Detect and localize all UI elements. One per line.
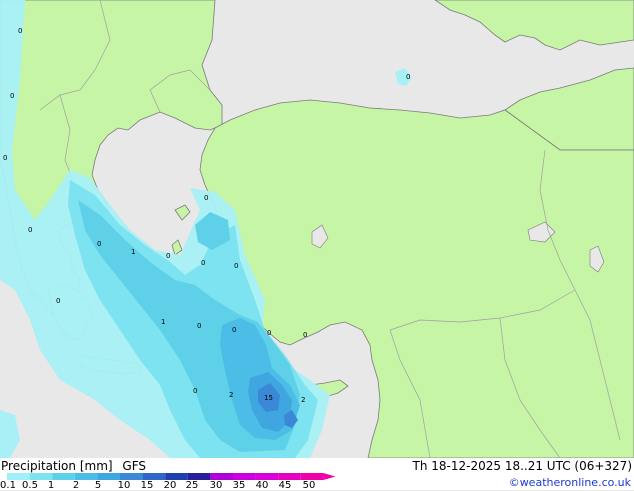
point-value: 0 — [406, 73, 410, 81]
point-value: 0 — [56, 297, 60, 305]
scale-swatch — [29, 473, 53, 480]
scale-swatch — [97, 473, 120, 480]
scale-swatch — [233, 473, 256, 480]
point-value: 0 — [303, 331, 307, 339]
point-value: 0 — [166, 252, 170, 260]
scale-label: 15 — [140, 480, 154, 491]
scale-arrow — [323, 473, 336, 480]
point-value: 0 — [234, 262, 238, 270]
scale-label: 35 — [232, 480, 246, 491]
point-value: 0 — [18, 27, 22, 35]
point-value: 0 — [201, 259, 205, 267]
point-value: 0 — [97, 240, 101, 248]
forecast-datetime: Th 18-12-2025 18..21 UTC (06+327) — [412, 459, 632, 473]
scale-swatch — [187, 473, 211, 480]
scale-label: 0.1 — [0, 480, 16, 491]
scale-label: 25 — [185, 480, 199, 491]
scale-swatch — [142, 473, 166, 480]
scale-label: 2 — [72, 480, 80, 491]
legend-footer: Precipitation [mm] GFS Th 18-12-2025 18.… — [0, 458, 634, 491]
point-value: 1 — [161, 318, 165, 326]
scale-label: 5 — [94, 480, 102, 491]
point-value: 2 — [229, 391, 233, 399]
precipitation-map: 0 0 0 0 1 0 0 0 1 0 0 0 0 0 2 15 2 0 0 0… — [0, 0, 634, 458]
point-value: 0 — [204, 194, 208, 202]
legend-title-text: Precipitation [mm] — [1, 459, 113, 473]
point-value: 0 — [3, 154, 7, 162]
scale-swatch — [278, 473, 301, 480]
credit-text: ©weatheronline.co.uk — [508, 476, 631, 489]
scale-swatch — [7, 473, 30, 480]
scale-label: 20 — [163, 480, 177, 491]
scale-label: 1 — [47, 480, 55, 491]
scale-swatch — [120, 473, 143, 480]
point-value: 0 — [10, 92, 14, 100]
scale-swatch — [74, 473, 98, 480]
scale-swatch — [52, 473, 75, 480]
point-value: 0 — [193, 387, 197, 395]
scale-label: 10 — [117, 480, 131, 491]
point-value: 2 — [301, 396, 305, 404]
scale-label: 50 — [302, 480, 316, 491]
scale-swatch — [300, 473, 324, 480]
point-value: 1 — [131, 248, 135, 256]
scale-label: 30 — [209, 480, 223, 491]
model-name: GFS — [122, 459, 146, 473]
point-value: 15 — [264, 394, 273, 402]
scale-swatch — [255, 473, 279, 480]
point-value: 0 — [232, 326, 236, 334]
point-value: 0 — [267, 329, 271, 337]
scale-swatch — [210, 473, 233, 480]
legend-title: Precipitation [mm] GFS — [1, 459, 146, 473]
scale-label: 40 — [255, 480, 269, 491]
point-value: 0 — [197, 322, 201, 330]
scale-swatch — [165, 473, 188, 480]
scale-label: 45 — [278, 480, 292, 491]
scale-label: 0.5 — [22, 480, 38, 491]
point-value: 0 — [28, 226, 32, 234]
